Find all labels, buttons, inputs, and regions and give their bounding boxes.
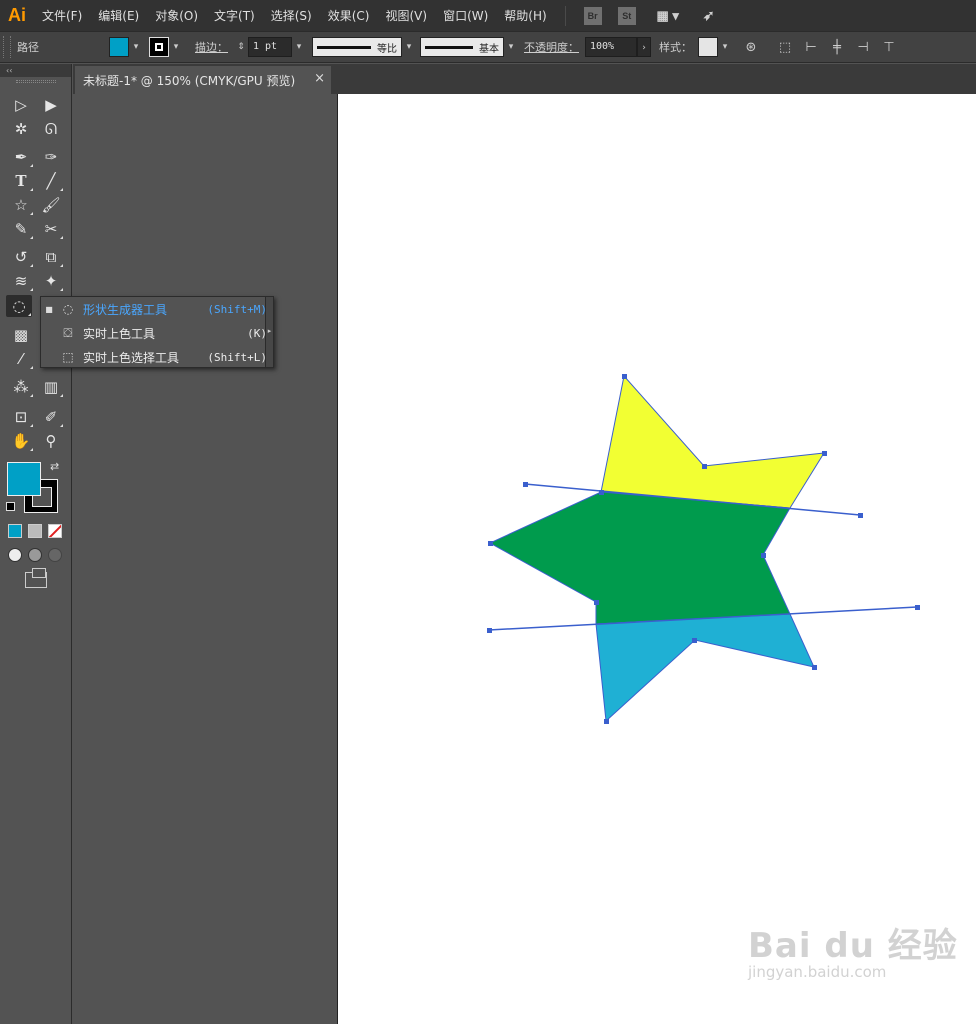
- flyout-item-label: 实时上色选择工具: [83, 350, 180, 365]
- blue-region[interactable]: [595, 613, 815, 723]
- tear-off-icon[interactable]: ▸: [265, 297, 273, 367]
- live-paint-bucket-icon: ⛋: [63, 325, 73, 340]
- live-paint-selection-icon: ⬚: [62, 350, 74, 364]
- fill-color-box[interactable]: [7, 462, 41, 496]
- watermark: Bai du 经验 jingyan.baidu.com: [748, 918, 958, 981]
- flyout-item-shortcut: (Shift+L): [207, 350, 267, 364]
- flyout-item-label: 实时上色工具: [83, 326, 156, 341]
- flyout-item-label: 形状生成器工具: [83, 302, 168, 317]
- green-region[interactable]: [488, 491, 791, 625]
- flyout-item-shortcut: (Shift+M): [207, 302, 267, 316]
- watermark-brand: Bai du 经验: [748, 926, 958, 966]
- flyout-item-live-paint-selection[interactable]: ⬚ 实时上色选择工具 (Shift+L): [41, 345, 267, 369]
- flyout-item-shape-builder[interactable]: ■ ◌ 形状生成器工具 (Shift+M): [41, 297, 267, 321]
- shape-builder-flyout: ■ ◌ 形状生成器工具 (Shift+M) ⛋ 实时上色工具 (K) ⬚ 实时上…: [40, 296, 274, 368]
- artwork[interactable]: [0, 0, 976, 1024]
- shape-builder-icon: ◌: [62, 302, 74, 316]
- yellow-region[interactable]: [600, 374, 825, 509]
- selected-bullet-icon: ■: [45, 304, 53, 314]
- flyout-item-live-paint-bucket[interactable]: ⛋ 实时上色工具 (K): [41, 321, 267, 345]
